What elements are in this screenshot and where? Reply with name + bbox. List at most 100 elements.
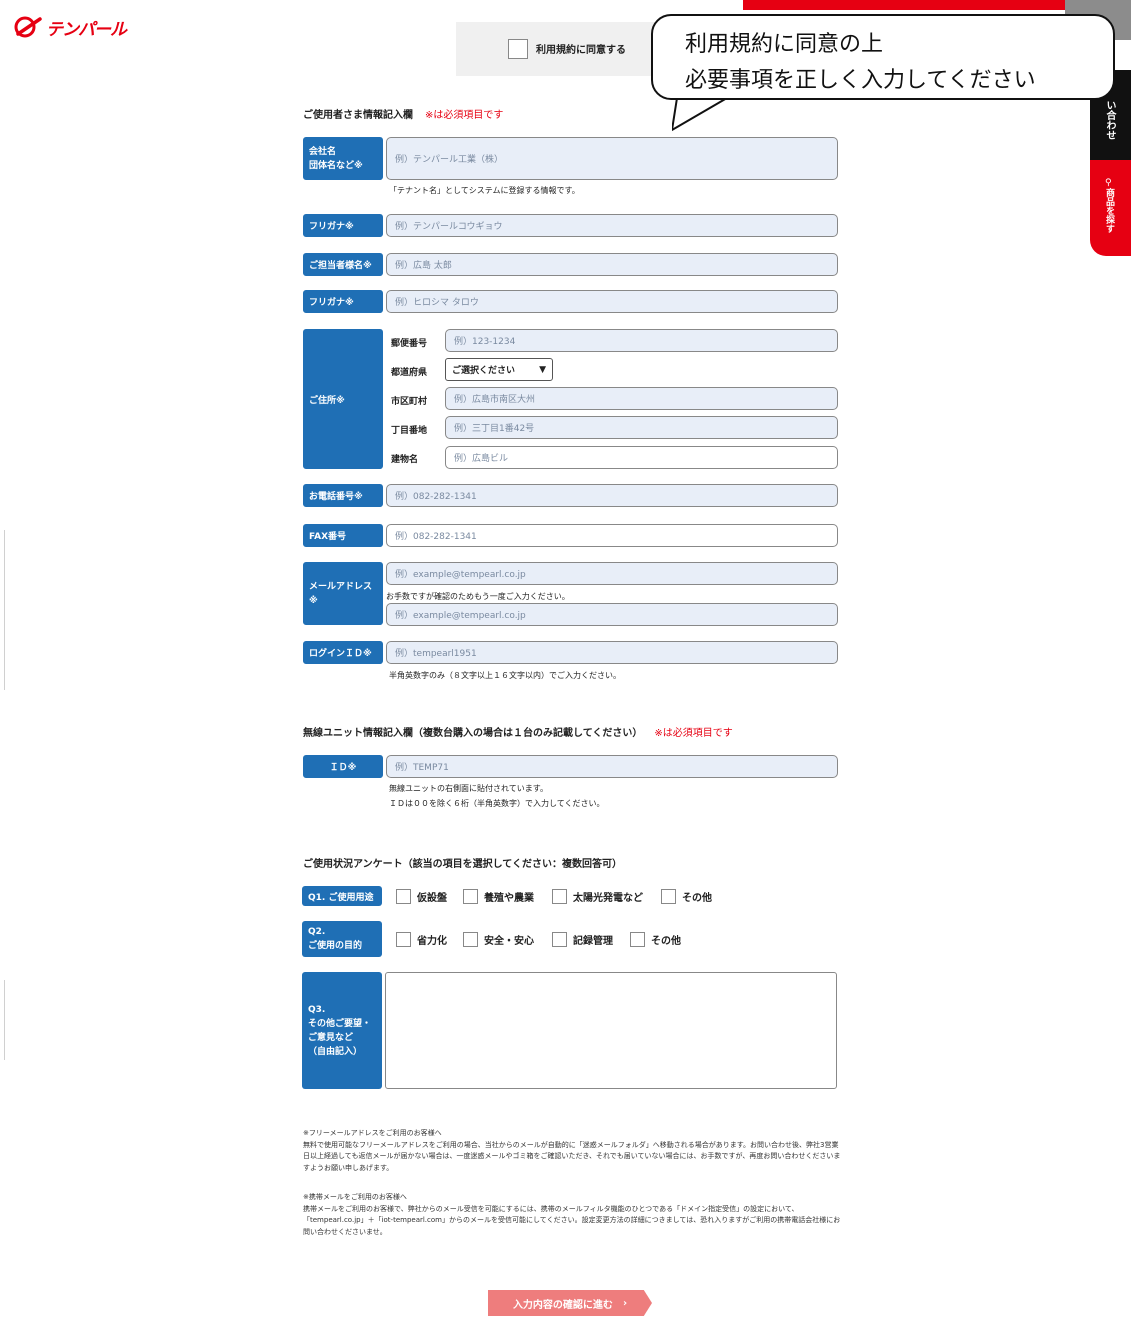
callout-line-2: 必要事項を正しく入力してください: [685, 68, 1036, 93]
company-label: 会社名団体名など※: [303, 137, 383, 180]
user-section-title-text: ご使用者さま情報記入欄: [303, 110, 413, 121]
checkbox[interactable]: [661, 889, 676, 904]
q2-option-label: その他: [651, 936, 681, 947]
brand-logo[interactable]: テンパール: [14, 14, 127, 40]
unit-id-input[interactable]: 例）TEMP71: [386, 755, 838, 778]
email-label-line2: ※: [309, 595, 318, 606]
email-confirm-input[interactable]: 例）example@tempearl.co.jp: [386, 603, 838, 626]
q2-option[interactable]: 省力化: [396, 932, 447, 947]
building-label: 建物名: [391, 455, 419, 465]
q1-option[interactable]: その他: [661, 889, 712, 904]
email-label: メールアドレス ※: [303, 562, 383, 625]
left-edge-line: [4, 980, 5, 1060]
mobile-mail-note-title: ※携帯メールをご利用のお客様へ: [303, 1193, 407, 1201]
mobile-mail-note: ※携帯メールをご利用のお客様へ 携帯メールをご利用のお客様で、弊社からのメール受…: [303, 1192, 843, 1238]
city-label: 市区町村: [391, 397, 428, 407]
unit-id-note-2: ＩＤは００を除く６桁（半角英数字）で入力してください。: [389, 799, 605, 808]
confirm-submit-button[interactable]: 入力内容の確認に進む ›: [488, 1290, 652, 1316]
q2-option-label: 省力化: [417, 936, 447, 947]
email-input[interactable]: 例）example@tempearl.co.jp: [386, 562, 838, 585]
postal-input[interactable]: 例）123-1234: [445, 329, 838, 352]
checkbox[interactable]: [396, 932, 411, 947]
terms-agree-checkbox[interactable]: [508, 39, 528, 59]
login-id-label: ログインＩＤ※: [303, 641, 383, 664]
login-id-note: 半角英数字のみ（８文字以上１６文字以内）でご入力ください。: [389, 671, 621, 680]
q1-option[interactable]: 太陽光発電など: [552, 889, 643, 904]
prefecture-select-value: ご選択ください: [452, 366, 516, 376]
q1-option-label: 太陽光発電など: [573, 893, 643, 904]
survey-title: ご使用状況アンケート（該当の項目を選択してください：複数回答可）: [303, 859, 622, 870]
header-red-bar: [743, 0, 1065, 10]
mobile-mail-note-body: 携帯メールをご利用のお客様で、弊社からのメール受信を可能にするには、携帯のメール…: [303, 1204, 841, 1236]
q2-option[interactable]: その他: [630, 932, 681, 947]
company-input[interactable]: 例）テンパール工業（株）: [386, 137, 838, 180]
company-label-line1: 会社名: [309, 146, 337, 157]
q3-textarea[interactable]: [385, 972, 837, 1089]
person-kana-label: フリガナ※: [303, 290, 383, 313]
q3-label: Q3. その他ご要望・ ご意見など （自由記入）: [302, 972, 382, 1089]
company-label-line2: 団体名など※: [309, 160, 363, 171]
q1-option-label: 仮設盤: [417, 893, 447, 904]
q3-label-line3: ご意見など: [308, 1032, 354, 1043]
callout-line-1: 利用規約に同意の上: [685, 32, 884, 57]
checkbox[interactable]: [396, 889, 411, 904]
q1-option[interactable]: 養殖や農業: [463, 889, 534, 904]
search-icon: ⚲: [1105, 178, 1112, 188]
unit-id-label: ＩＤ※: [303, 755, 383, 778]
company-kana-input[interactable]: 例）テンパールコウギョウ: [386, 214, 838, 237]
q2-option-label: 記録管理: [573, 936, 613, 947]
street-input[interactable]: 例）三丁目1番42号: [445, 416, 838, 439]
postal-label: 郵便番号: [391, 339, 428, 349]
checkbox[interactable]: [463, 889, 478, 904]
free-mail-note: ※フリーメールアドレスをご利用のお客様へ 無料で使用可能なフリーメールアドレスを…: [303, 1128, 843, 1174]
phone-input[interactable]: 例）082-282-1341: [386, 484, 838, 507]
building-input[interactable]: 例）広島ビル: [445, 446, 838, 469]
q2-option[interactable]: 記録管理: [552, 932, 613, 947]
checkbox[interactable]: [552, 932, 567, 947]
submit-label: 入力内容の確認に進む: [512, 1299, 613, 1311]
brand-name: テンパール: [46, 19, 127, 40]
person-name-label: ご担当者様名※: [303, 253, 383, 276]
free-mail-note-body: 無料で使用可能なフリーメールアドレスをご利用の場合、当社からのメールが自動的に「…: [303, 1140, 841, 1172]
person-name-input[interactable]: 例）広島 太郎: [386, 253, 838, 276]
city-input[interactable]: 例）広島市南区大州: [445, 387, 838, 410]
company-kana-label: フリガナ※: [303, 214, 383, 237]
street-label: 丁目番地: [391, 426, 428, 436]
prefecture-label: 都道府県: [391, 368, 428, 378]
checkbox[interactable]: [463, 932, 478, 947]
q2-label: Q2. ご使用の目的: [302, 921, 382, 957]
email-label-line1: メールアドレス: [309, 581, 373, 592]
required-note: ※は必須項目です: [425, 110, 504, 121]
terms-agree-label[interactable]: 利用規約に同意する: [536, 41, 626, 56]
email-confirm-note: お手数ですが確認のためもう一度ご入力ください。: [386, 592, 570, 601]
q3-label-line2: その他ご要望・: [308, 1018, 372, 1029]
checkbox[interactable]: [630, 932, 645, 947]
q1-option[interactable]: 仮設盤: [396, 889, 447, 904]
address-label: ご住所※: [303, 329, 383, 469]
q1-option-label: 養殖や農業: [484, 893, 534, 904]
q3-label-line1: Q3.: [308, 1004, 326, 1015]
q2-option[interactable]: 安全・安心: [463, 932, 534, 947]
login-id-input[interactable]: 例）tempearl1951: [386, 641, 838, 664]
fax-input[interactable]: 例）082-282-1341: [386, 524, 838, 547]
checkbox[interactable]: [552, 889, 567, 904]
q2-label-line1: Q2.: [308, 927, 326, 937]
q1-label: Q1. ご使用用途: [302, 886, 382, 906]
q1-option-label: その他: [682, 893, 712, 904]
free-mail-note-title: ※フリーメールアドレスをご利用のお客様へ: [303, 1129, 442, 1137]
logo-mark-icon: [14, 16, 42, 38]
side-search-label: 商品を探す: [1104, 188, 1114, 233]
prefecture-select[interactable]: ご選択ください ▼: [445, 358, 553, 381]
unit-section-title-text: 無線ユニット情報記入欄（複数台購入の場合は１台のみ記載してください）: [303, 728, 643, 739]
side-contact-label: い合わせ: [1104, 100, 1115, 140]
bubble-tail-icon: [672, 97, 728, 132]
required-note: ※は必須項目です: [654, 728, 733, 739]
unit-section-title: 無線ユニット情報記入欄（複数台購入の場合は１台のみ記載してください） ※は必須項目…: [303, 724, 733, 739]
side-search-button[interactable]: ⚲ 商品を探す: [1090, 160, 1131, 256]
instruction-callout: 利用規約に同意の上 必要事項を正しく入力してください: [651, 14, 1115, 100]
person-kana-input[interactable]: 例）ヒロシマ タロウ: [386, 290, 838, 313]
chevron-right-icon: ›: [622, 1297, 628, 1309]
user-section-title: ご使用者さま情報記入欄 ※は必須項目です: [303, 106, 503, 121]
unit-id-note-1: 無線ユニットの右側面に貼付されています。: [389, 784, 548, 793]
fax-label: FAX番号: [303, 524, 383, 547]
